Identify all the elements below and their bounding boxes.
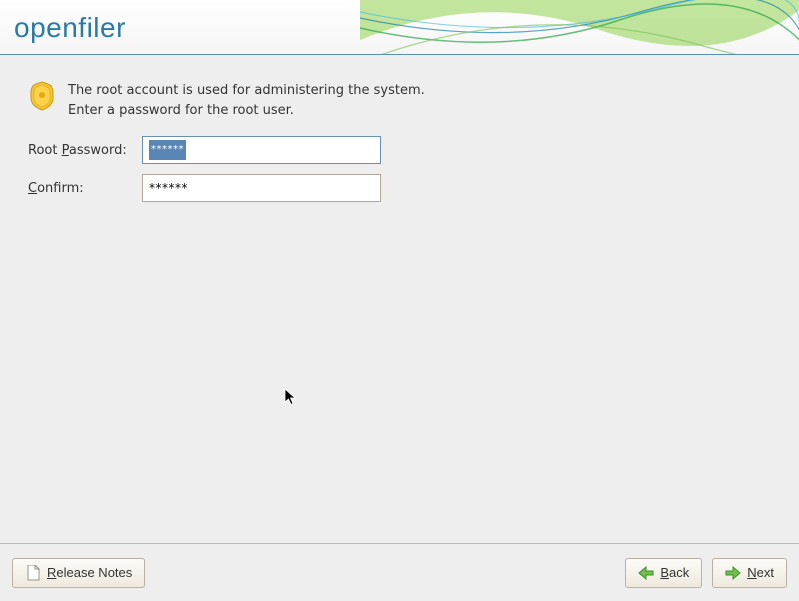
password-text-selection: ****** <box>149 140 186 160</box>
release-notes-button[interactable]: Release Notes <box>12 558 145 588</box>
confirm-password-input[interactable] <box>142 174 381 202</box>
row-root-password: Root Password: ****** <box>28 136 771 164</box>
header-wave-art <box>360 0 799 55</box>
arrow-left-icon <box>638 565 654 581</box>
document-icon <box>25 565 41 581</box>
arrow-right-icon <box>725 565 741 581</box>
root-password-input[interactable]: ****** <box>142 136 381 164</box>
main-content: The root account is used for administeri… <box>0 55 799 543</box>
shield-badge-icon <box>28 81 56 111</box>
header-banner: openfiler <box>0 0 799 55</box>
next-button[interactable]: Next <box>712 558 787 588</box>
row-confirm-password: Confirm: <box>28 174 771 202</box>
label-root-password: Root Password: <box>28 143 142 158</box>
back-button[interactable]: Back <box>625 558 702 588</box>
footer-bar: Release Notes Back Next <box>0 543 799 601</box>
intro-line1: The root account is used for administeri… <box>68 81 425 101</box>
intro-line2: Enter a password for the root user. <box>68 101 425 121</box>
intro-text: The root account is used for administeri… <box>68 81 425 120</box>
logo-text: openfiler <box>14 12 126 44</box>
label-confirm-password: Confirm: <box>28 181 142 196</box>
